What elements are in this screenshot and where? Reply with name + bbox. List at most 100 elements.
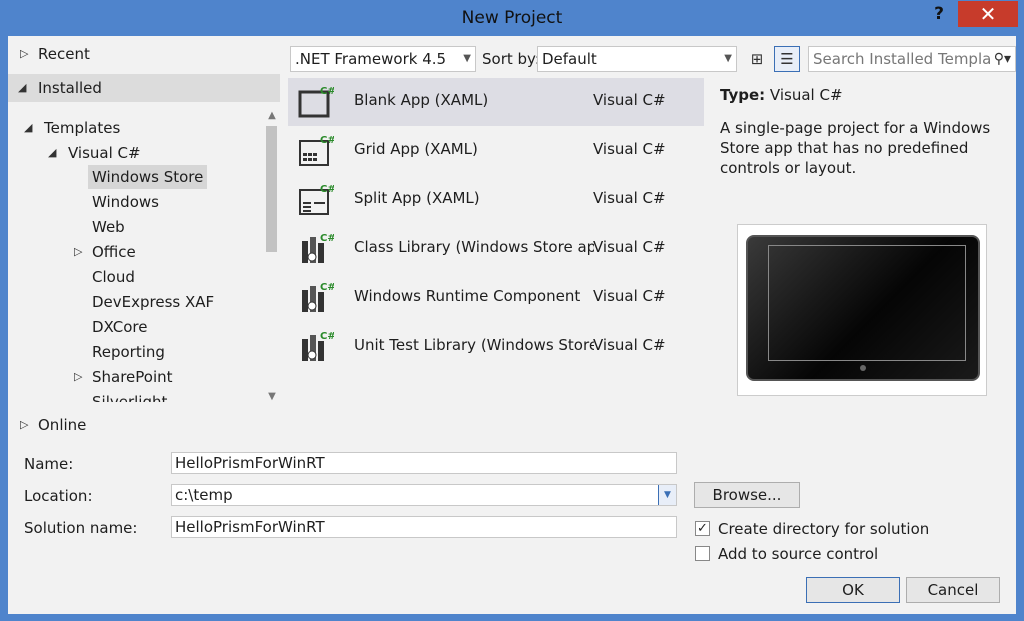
type-value: Visual C#: [769, 86, 843, 104]
expand-arrow-icon[interactable]: ▷: [74, 365, 82, 389]
collapse-arrow-icon[interactable]: ◢: [18, 74, 26, 102]
checkmark-icon[interactable]: ✓: [695, 521, 710, 536]
solution-name-label: Solution name:: [24, 519, 138, 537]
template-name: Blank App (XAML): [354, 91, 489, 109]
template-language: Visual C#: [593, 238, 666, 256]
template-row-blank-app[interactable]: C# Blank App (XAML) Visual C#: [288, 78, 704, 126]
chevron-down-icon[interactable]: ▼: [658, 485, 676, 505]
grid-app-icon: C#: [299, 135, 334, 166]
svg-text:C#: C#: [320, 86, 334, 97]
template-name: Split App (XAML): [354, 189, 480, 207]
installed-subtree: ◢ Templates ◢ Visual C# Windows Store Wi…: [8, 108, 280, 402]
search-placeholder: Search Installed Templa: [813, 50, 992, 68]
sort-by-label: Sort by:: [482, 50, 540, 68]
sort-value: Default: [542, 50, 597, 68]
name-value: HelloPrismForWinRT: [175, 454, 325, 472]
tree-item-online[interactable]: ▷ Online: [8, 411, 280, 439]
tree-item-installed[interactable]: ◢ Installed: [8, 74, 280, 102]
expand-arrow-icon[interactable]: ▷: [74, 240, 82, 264]
dialog-body: ▷ Recent ◢ Installed ◢ Templates ◢ Visua…: [8, 36, 1016, 614]
tree-item-label: Visual C#: [68, 144, 141, 162]
tree-item-label: Online: [38, 416, 87, 434]
checkbox-empty-icon[interactable]: [695, 546, 710, 561]
split-app-icon: C#: [299, 184, 334, 215]
tree-scrollbar[interactable]: ▲ ▼: [264, 108, 280, 404]
tree-item-label: SharePoint: [92, 368, 173, 386]
small-icons-view-icon[interactable]: ⊞: [744, 46, 770, 72]
svg-text:C#: C#: [320, 282, 334, 293]
scroll-up-icon[interactable]: ▲: [266, 110, 278, 121]
template-row-runtime-component[interactable]: C# Windows Runtime Component Visual C#: [288, 274, 704, 322]
expand-arrow-icon[interactable]: ▷: [20, 411, 28, 439]
title-bar: New Project ? ✕: [0, 0, 1024, 36]
new-project-dialog: New Project ? ✕ ▷ Recent ◢ Installed ◢ T…: [0, 0, 1024, 621]
name-field[interactable]: HelloPrismForWinRT: [171, 452, 677, 474]
unit-test-library-icon: C#: [302, 331, 334, 361]
svg-text:C#: C#: [320, 331, 334, 342]
help-button[interactable]: ?: [929, 4, 949, 26]
tree-item-cloud[interactable]: Cloud: [92, 265, 135, 289]
tree-item-office[interactable]: ▷ Office: [74, 240, 174, 264]
tree-item-devexpress-xaf[interactable]: DevExpress XAF: [92, 290, 214, 314]
location-label: Location:: [24, 487, 93, 505]
template-name: Unit Test Library (Windows Store a...: [354, 336, 594, 354]
template-list: C# Blank App (XAML) Visual C# C# Grid Ap…: [288, 78, 704, 442]
ok-button[interactable]: OK: [806, 577, 900, 603]
template-row-unit-test-library[interactable]: C# Unit Test Library (Windows Store a...…: [288, 323, 704, 371]
template-preview: [737, 224, 987, 396]
location-field[interactable]: c:\temp ▼: [171, 484, 677, 506]
tree-item-web[interactable]: Web: [92, 215, 125, 239]
solution-name-field[interactable]: HelloPrismForWinRT: [171, 516, 677, 538]
expand-arrow-icon[interactable]: ▷: [20, 40, 28, 68]
tree-item-label: Installed: [38, 79, 102, 97]
tree-item-label: Templates: [44, 119, 121, 137]
create-directory-label: Create directory for solution: [718, 520, 930, 538]
template-row-class-library[interactable]: C# Class Library (Windows Store apps) Vi…: [288, 225, 704, 273]
template-details: Type: Visual C# A single-page project fo…: [720, 86, 1010, 178]
name-label: Name:: [24, 455, 74, 473]
collapse-arrow-icon[interactable]: ◢: [24, 116, 32, 140]
list-view-icon[interactable]: ☰: [774, 46, 800, 72]
add-to-source-control-label: Add to source control: [718, 545, 879, 563]
collapse-arrow-icon[interactable]: ◢: [48, 141, 56, 165]
tree-item-reporting[interactable]: Reporting: [92, 340, 165, 364]
sort-dropdown[interactable]: Default ▼: [537, 46, 737, 72]
tree-item-recent[interactable]: ▷ Recent: [8, 40, 280, 68]
scroll-down-icon[interactable]: ▼: [266, 391, 278, 402]
template-language: Visual C#: [593, 336, 666, 354]
template-name: Grid App (XAML): [354, 140, 478, 158]
template-name: Windows Runtime Component: [354, 287, 581, 305]
solution-name-value: HelloPrismForWinRT: [175, 518, 325, 536]
framework-value: .NET Framework 4.5: [295, 50, 447, 68]
cancel-button[interactable]: Cancel: [906, 577, 1000, 603]
tree-item-label: Recent: [38, 45, 90, 63]
tablet-preview-image: [746, 235, 980, 381]
close-button[interactable]: ✕: [958, 1, 1018, 27]
search-icon[interactable]: ⚲▾: [994, 47, 1011, 71]
chevron-down-icon: ▼: [724, 53, 732, 64]
blank-app-icon: C#: [298, 86, 334, 118]
template-language: Visual C#: [593, 140, 666, 158]
tree-item-dxcore[interactable]: DXCore: [92, 315, 147, 339]
template-row-split-app[interactable]: C# Split App (XAML) Visual C#: [288, 176, 704, 224]
location-value: c:\temp: [175, 486, 233, 504]
tree-item-visual-csharp[interactable]: ◢ Visual C#: [48, 141, 168, 165]
tree-item-silverlight[interactable]: Silverlight: [92, 390, 167, 402]
tree-item-label: Office: [92, 243, 136, 261]
tree-item-windows[interactable]: Windows: [92, 190, 159, 214]
framework-dropdown[interactable]: .NET Framework 4.5 ▼: [290, 46, 476, 72]
runtime-component-icon: C#: [302, 282, 334, 312]
template-language: Visual C#: [593, 91, 666, 109]
search-input[interactable]: Search Installed Templa ⚲▾: [808, 46, 1016, 72]
scroll-thumb[interactable]: [266, 126, 277, 252]
tree-item-sharepoint[interactable]: ▷ SharePoint: [74, 365, 194, 389]
template-type: Type: Visual C#: [720, 86, 1010, 104]
browse-button[interactable]: Browse...: [694, 482, 800, 508]
template-language: Visual C#: [593, 287, 666, 305]
template-row-grid-app[interactable]: C# Grid App (XAML) Visual C#: [288, 127, 704, 175]
template-description: A single-page project for a Windows Stor…: [720, 119, 991, 177]
type-label: Type:: [720, 86, 766, 104]
tree-item-windows-store[interactable]: Windows Store: [88, 165, 208, 189]
template-name: Class Library (Windows Store apps): [354, 238, 594, 256]
svg-text:C#: C#: [320, 135, 334, 146]
